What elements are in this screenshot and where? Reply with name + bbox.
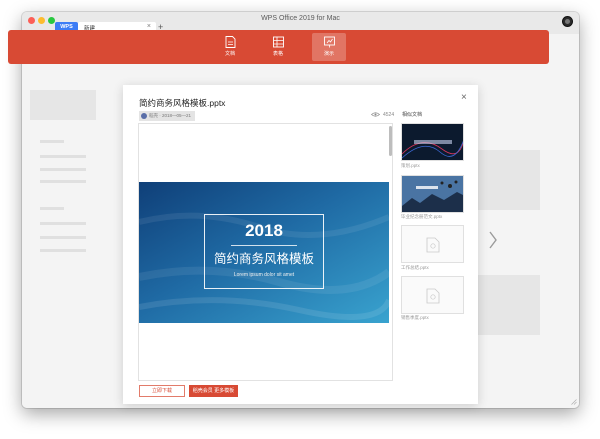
related-thumbnail-2-art — [402, 176, 463, 212]
author-meta: 稻壳 · 2018—05—21 — [139, 111, 195, 121]
related-caption[interactable]: 策划.pptx — [401, 163, 420, 169]
background-line — [40, 140, 64, 143]
window-title: WPS Office 2019 for Mac — [261, 15, 340, 22]
view-count: 4524 — [371, 112, 394, 118]
ribbon-item-label: 文档 — [224, 51, 235, 57]
slide-preview: 2018 简约商务风格模板 Lorem ipsum dolor sit amet — [139, 182, 389, 323]
close-icon[interactable]: × — [461, 92, 467, 103]
vip-more-templates-button[interactable]: 稻壳会员 更多模板 — [189, 385, 238, 397]
spreadsheet-icon — [272, 36, 284, 48]
avatar[interactable] — [562, 16, 573, 27]
document-icon — [225, 36, 235, 48]
slide-title: 简约商务风格模板 — [213, 252, 314, 266]
background-line — [40, 249, 86, 252]
preview-scrollbar[interactable] — [389, 126, 392, 156]
tab-close-icon[interactable]: × — [147, 23, 151, 30]
file-placeholder-icon — [426, 288, 440, 304]
presentation-icon — [323, 36, 335, 48]
ribbon-item-spreadsheet[interactable]: 表格 — [261, 33, 295, 61]
related-docs-title: 相似文档 — [402, 112, 423, 118]
eye-icon — [371, 112, 380, 117]
related-thumbnail-3[interactable] — [401, 225, 464, 263]
ribbon-item-presentation[interactable]: 演示 — [312, 33, 346, 61]
related-caption[interactable]: 销售季度.pptx — [401, 315, 429, 321]
background-thumbnail — [478, 275, 540, 335]
resize-grip-icon[interactable] — [571, 399, 577, 405]
slide-year: 2018 — [245, 221, 283, 240]
view-count-value: 4524 — [383, 112, 395, 118]
chevron-right-icon[interactable] — [488, 230, 498, 250]
slide-title-frame: 2018 简约商务风格模板 Lorem ipsum dolor sit amet — [204, 214, 324, 289]
slide-subtitle: Lorem ipsum dolor sit amet — [233, 272, 295, 278]
dialog-title: 简约商务风格模板.pptx — [139, 98, 226, 108]
related-caption[interactable]: 工作总结.pptx — [401, 265, 429, 271]
related-thumbnail-1[interactable] — [401, 123, 464, 161]
related-thumbnail-4[interactable] — [401, 276, 464, 314]
ribbon-item-label: 表格 — [272, 51, 283, 57]
background-thumbnail — [478, 150, 540, 210]
related-thumbnail-1-art — [402, 140, 463, 159]
background-line — [40, 236, 86, 239]
new-document-ribbon: 文档 表格 演示 — [8, 30, 549, 64]
slide-divider — [231, 245, 297, 246]
author-avatar — [141, 113, 147, 119]
background-line — [40, 155, 86, 158]
background-line — [40, 180, 86, 183]
background-line — [40, 168, 86, 171]
file-placeholder-icon — [426, 237, 440, 253]
related-caption[interactable]: 毕业纪念册范文.pptx — [401, 214, 442, 220]
related-thumbnail-2[interactable] — [401, 175, 464, 213]
ribbon-item-label: 演示 — [323, 51, 334, 57]
download-button[interactable]: 立即下载 — [139, 385, 185, 397]
background-panel — [30, 90, 96, 120]
background-line — [40, 222, 86, 225]
background-line — [40, 207, 64, 210]
ribbon-item-document[interactable]: 文档 — [213, 33, 247, 61]
author-date: 稻壳 · 2018—05—21 — [149, 113, 192, 118]
